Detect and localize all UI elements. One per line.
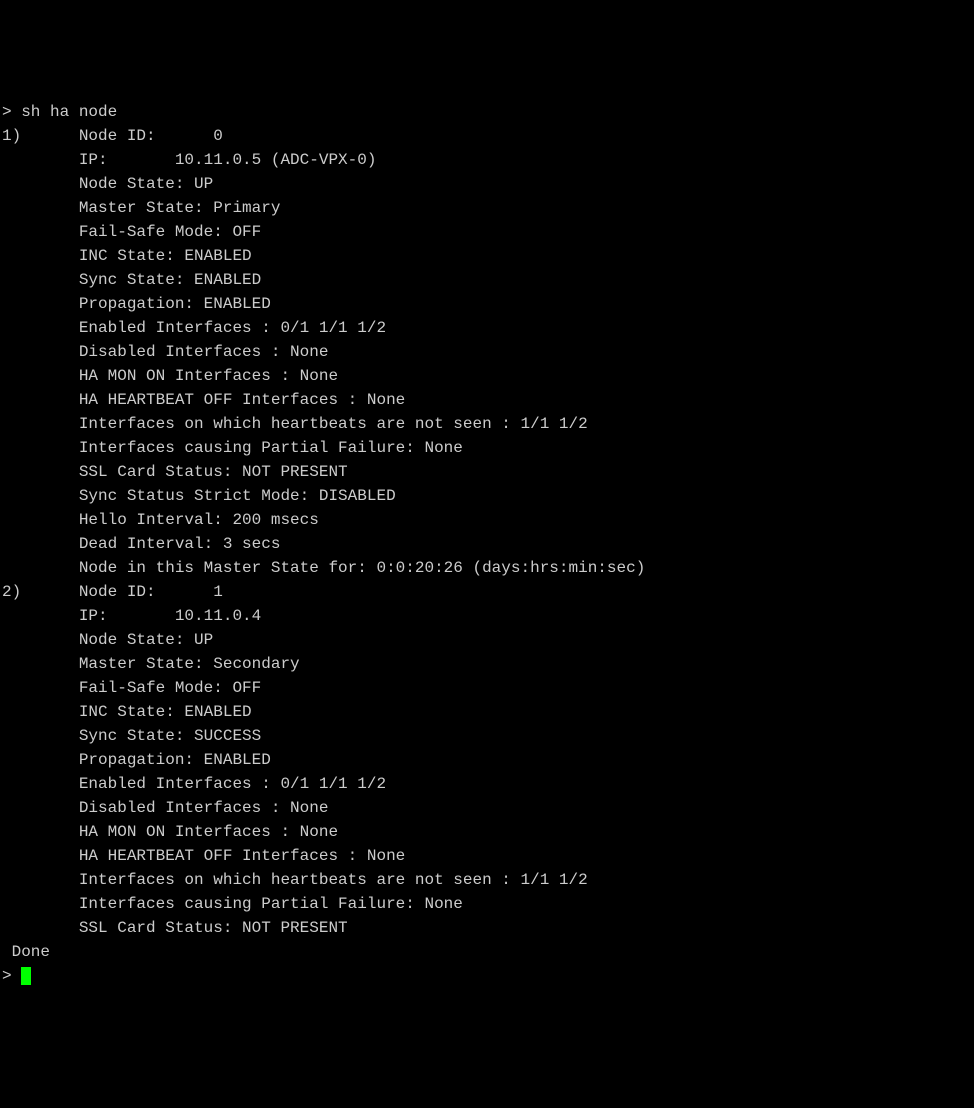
node-1-line: SSL Card Status: NOT PRESENT: [2, 460, 972, 484]
node-1-line: INC State: ENABLED: [2, 244, 972, 268]
node-2-line: Interfaces causing Partial Failure: None: [2, 892, 972, 916]
node-2-line: HA MON ON Interfaces : None: [2, 820, 972, 844]
done-line: Done: [2, 940, 972, 964]
node-1-line: Hello Interval: 200 msecs: [2, 508, 972, 532]
node-2-line: Node State: UP: [2, 628, 972, 652]
terminal-output: > sh ha node1) Node ID: 0 IP: 10.11.0.5 …: [2, 100, 972, 988]
node-2-line: Interfaces on which heartbeats are not s…: [2, 868, 972, 892]
node-2-line: 2) Node ID: 1: [2, 580, 972, 604]
node-2-line: Propagation: ENABLED: [2, 748, 972, 772]
node-1-line: Master State: Primary: [2, 196, 972, 220]
node-1-line: Disabled Interfaces : None: [2, 340, 972, 364]
node-1-line: Node State: UP: [2, 172, 972, 196]
node-2-line: SSL Card Status: NOT PRESENT: [2, 916, 972, 940]
node-2-line: Fail-Safe Mode: OFF: [2, 676, 972, 700]
prompt-line[interactable]: >: [2, 964, 972, 988]
node-2-line: Sync State: SUCCESS: [2, 724, 972, 748]
node-1-line: Enabled Interfaces : 0/1 1/1 1/2: [2, 316, 972, 340]
node-1-line: Sync State: ENABLED: [2, 268, 972, 292]
node-2-line: INC State: ENABLED: [2, 700, 972, 724]
node-1-line: Sync Status Strict Mode: DISABLED: [2, 484, 972, 508]
node-1-line: Propagation: ENABLED: [2, 292, 972, 316]
node-1-line: Dead Interval: 3 secs: [2, 532, 972, 556]
cursor: [21, 967, 31, 985]
node-1-line: HA HEARTBEAT OFF Interfaces : None: [2, 388, 972, 412]
node-2-line: Master State: Secondary: [2, 652, 972, 676]
node-2-line: HA HEARTBEAT OFF Interfaces : None: [2, 844, 972, 868]
node-2-line: IP: 10.11.0.4: [2, 604, 972, 628]
node-1-line: HA MON ON Interfaces : None: [2, 364, 972, 388]
node-1-line: IP: 10.11.0.5 (ADC-VPX-0): [2, 148, 972, 172]
node-1-line: Node in this Master State for: 0:0:20:26…: [2, 556, 972, 580]
node-2-line: Disabled Interfaces : None: [2, 796, 972, 820]
node-1-line: 1) Node ID: 0: [2, 124, 972, 148]
node-2-line: Enabled Interfaces : 0/1 1/1 1/2: [2, 772, 972, 796]
node-1-line: Fail-Safe Mode: OFF: [2, 220, 972, 244]
node-1-line: Interfaces causing Partial Failure: None: [2, 436, 972, 460]
command-line: > sh ha node: [2, 100, 972, 124]
prompt-symbol: >: [2, 967, 21, 985]
node-1-line: Interfaces on which heartbeats are not s…: [2, 412, 972, 436]
